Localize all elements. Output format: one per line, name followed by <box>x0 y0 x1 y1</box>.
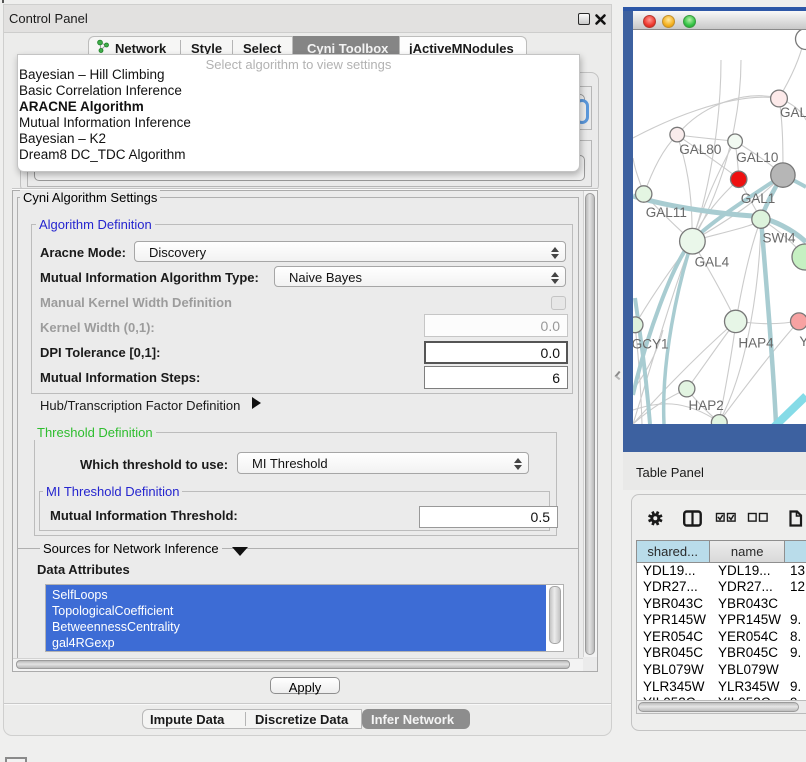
svg-text:Y: Y <box>799 334 806 349</box>
svg-text:GAL1: GAL1 <box>741 191 776 206</box>
svg-text:GAL80: GAL80 <box>679 142 721 157</box>
svg-text:GAL7: GAL7 <box>780 105 806 120</box>
svg-text:HAP2: HAP2 <box>689 398 724 413</box>
svg-text:HAP4: HAP4 <box>738 335 774 350</box>
svg-text:GAL11: GAL11 <box>646 205 687 220</box>
svg-text:SWI4: SWI4 <box>763 231 796 246</box>
svg-text:GCY1: GCY1 <box>633 336 668 351</box>
svg-text:GAL10: GAL10 <box>736 150 778 165</box>
svg-text:GAL4: GAL4 <box>695 255 730 270</box>
